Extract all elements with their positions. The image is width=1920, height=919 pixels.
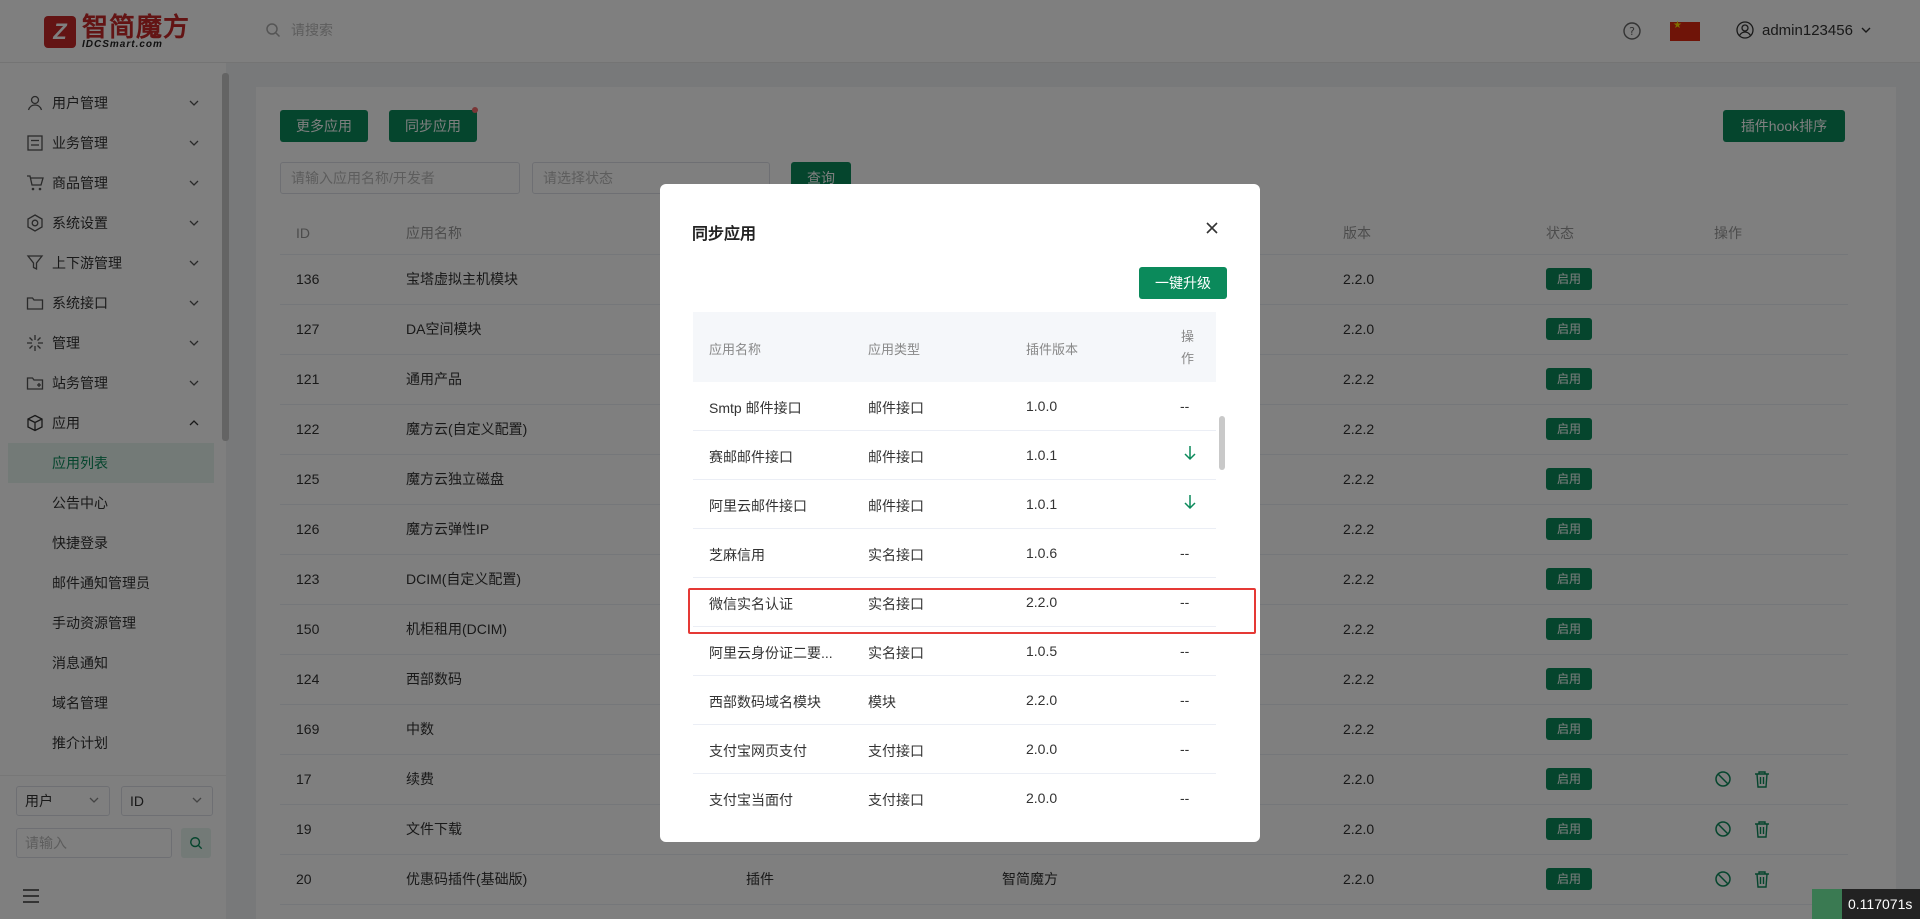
row-app-name: 赛邮邮件接口 [709, 449, 793, 465]
dialog-table-row: 西部数码域名模块 模块 2.2.0 -- [693, 676, 1216, 725]
row-app-type: 模块 [868, 694, 896, 710]
sync-apps-table: 应用名称 应用类型 插件版本 操作 Smtp 邮件接口 邮件接口 1.0.0 -- 赛邮… [693, 312, 1216, 814]
row-app-name: 芝麻信用 [709, 547, 765, 563]
close-icon[interactable] [1204, 220, 1220, 236]
dialog-title: 同步应用 [692, 226, 757, 243]
row-app-type: 支付接口 [868, 792, 924, 808]
row-app-type: 邮件接口 [868, 498, 924, 514]
download-icon[interactable] [1183, 445, 1197, 464]
row-app-name: 支付宝网页支付 [709, 743, 807, 759]
row-plugin-version: 1.0.5 [1026, 643, 1058, 659]
dialog-table-row: 阿里云邮件接口 邮件接口 1.0.1 [693, 480, 1216, 529]
dialog-table-row: 赛邮邮件接口 邮件接口 1.0.1 [693, 431, 1216, 480]
dialog-table-header: 应用名称 应用类型 插件版本 操作 [693, 312, 1216, 382]
row-app-type: 实名接口 [868, 645, 924, 661]
dialog-table-row: 芝麻信用 实名接口 1.0.6 -- [693, 529, 1216, 578]
timer-value: 0.117071s [1848, 896, 1913, 912]
row-plugin-version: 1.0.1 [1026, 447, 1058, 463]
row-plugin-version: 2.0.0 [1026, 741, 1058, 757]
col-plugin-version: 插件版本 [1026, 342, 1079, 357]
dialog-table-row: 支付宝当面付 支付接口 2.0.0 -- [693, 774, 1216, 814]
row-plugin-version: 1.0.6 [1026, 545, 1058, 561]
row-app-name: 西部数码域名模块 [709, 694, 821, 710]
row-plugin-version: 2.2.0 [1026, 692, 1058, 708]
dialog-table-row: 阿里云身份证二要... 实名接口 1.0.5 -- [693, 627, 1216, 676]
sync-apps-dialog: 同步应用 一键升级 应用名称 应用类型 插件版本 操作 Smtp 邮件接口邮件接… [660, 184, 1260, 842]
dialog-scrollbar[interactable] [1219, 416, 1225, 470]
row-plugin-version: 1.0.0 [1026, 398, 1058, 414]
row-app-name: 支付宝当面付 [709, 792, 793, 808]
row-operation: -- [1180, 545, 1190, 561]
dialog-table-row: Smtp 邮件接口 邮件接口 1.0.0 -- [693, 382, 1216, 431]
col-app-name: 应用名称 [709, 342, 762, 357]
row-operation: -- [1180, 643, 1190, 659]
row-operation: -- [1180, 692, 1190, 708]
upgrade-all-button[interactable]: 一键升级 [1139, 267, 1227, 299]
row-operation: -- [1180, 398, 1190, 414]
row-plugin-version: 2.0.0 [1026, 790, 1058, 806]
row-operation: -- [1180, 790, 1190, 806]
col-app-type: 应用类型 [868, 342, 921, 357]
col-operation: 操作 [1181, 329, 1195, 366]
highlight-box [688, 588, 1256, 634]
row-plugin-version: 1.0.1 [1026, 496, 1058, 512]
row-operation: -- [1180, 741, 1190, 757]
row-app-type: 邮件接口 [868, 449, 924, 465]
row-app-type: 邮件接口 [868, 400, 924, 416]
dialog-table-row: 支付宝网页支付 支付接口 2.0.0 -- [693, 725, 1216, 774]
debug-timer: 0.117071s [1812, 889, 1920, 919]
row-app-type: 实名接口 [868, 547, 924, 563]
row-app-name: Smtp 邮件接口 [709, 400, 802, 416]
row-app-name: 阿里云邮件接口 [709, 498, 807, 514]
row-app-name: 阿里云身份证二要... [709, 645, 833, 661]
row-app-type: 支付接口 [868, 743, 924, 759]
download-icon[interactable] [1183, 494, 1197, 513]
timer-logo-icon [1812, 889, 1842, 919]
